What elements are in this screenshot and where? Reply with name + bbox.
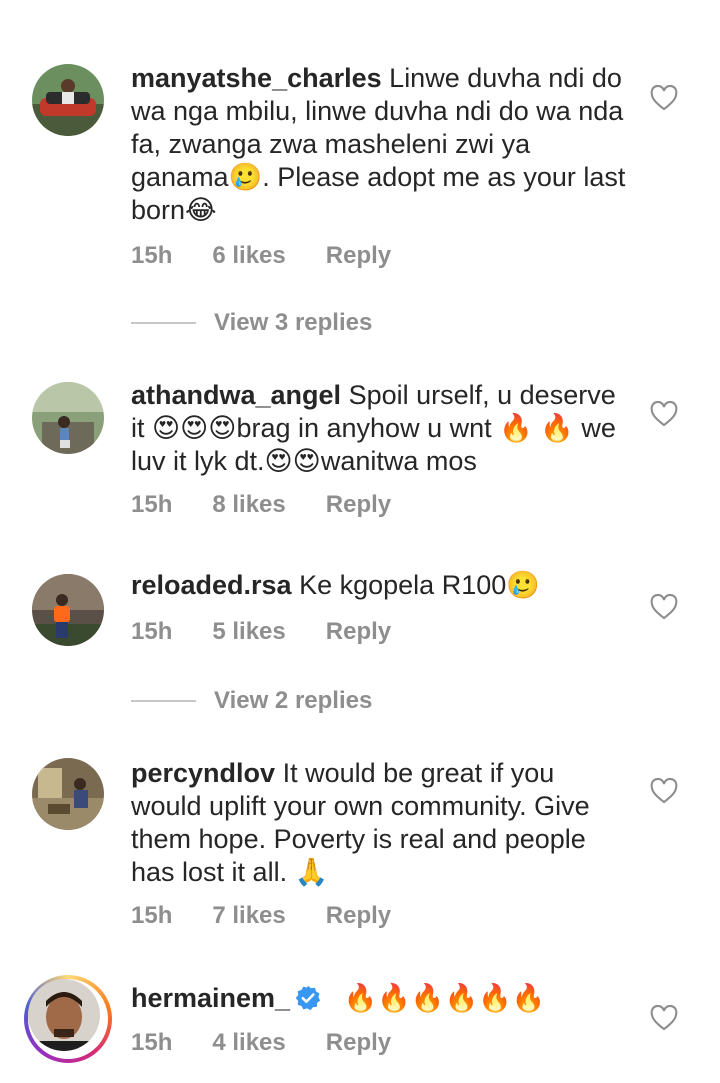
- comment-text: athandwa_angel Spoil urself, u deserve i…: [131, 379, 631, 478]
- comment-meta: 15h 8 likes Reply: [131, 491, 391, 519]
- comment-text: percyndlov It would be great if you woul…: [131, 757, 631, 889]
- story-ring[interactable]: [24, 975, 112, 1063]
- comment-meta: 15h 6 likes Reply: [131, 242, 391, 270]
- avatar[interactable]: [28, 979, 100, 1051]
- comment-time: 15h: [131, 618, 173, 645]
- comment-text: hermainem_ 🔥🔥🔥🔥🔥🔥: [131, 982, 631, 1015]
- comment-username[interactable]: athandwa_angel: [131, 380, 341, 410]
- avatar[interactable]: [32, 382, 104, 454]
- avatar[interactable]: [32, 574, 104, 646]
- comment-likes[interactable]: 6 likes: [212, 242, 285, 270]
- heart-outline-icon[interactable]: [650, 778, 678, 804]
- replies-divider-line: [131, 700, 196, 702]
- avatar[interactable]: [32, 758, 104, 830]
- comment-likes[interactable]: 8 likes: [212, 491, 285, 519]
- comment-username[interactable]: percyndlov: [131, 758, 275, 788]
- comment-time: 15h: [131, 1029, 173, 1056]
- view-replies-label[interactable]: View 3 replies: [214, 309, 372, 337]
- heart-outline-icon[interactable]: [650, 85, 678, 111]
- view-replies-label[interactable]: View 2 replies: [214, 687, 372, 715]
- comment-body: 🔥🔥🔥🔥🔥🔥: [343, 983, 546, 1013]
- comment-meta: 15h 7 likes Reply: [131, 902, 391, 930]
- heart-outline-icon[interactable]: [650, 594, 678, 620]
- comment-username[interactable]: hermainem_: [131, 983, 290, 1013]
- reply-button[interactable]: Reply: [326, 1029, 391, 1057]
- heart-outline-icon[interactable]: [650, 1005, 678, 1031]
- view-replies-button[interactable]: View 2 replies: [131, 687, 372, 715]
- replies-divider-line: [131, 322, 196, 324]
- comment-likes[interactable]: 4 likes: [212, 1029, 285, 1057]
- comment-username[interactable]: manyatshe_charles: [131, 63, 382, 93]
- comment-time: 15h: [131, 902, 173, 929]
- verified-badge-icon: [295, 985, 321, 1011]
- comment-meta: 15h 5 likes Reply: [131, 618, 391, 646]
- reply-button[interactable]: Reply: [326, 242, 391, 270]
- reply-button[interactable]: Reply: [326, 902, 391, 930]
- comment-text: reloaded.rsa Ke kgopela R100🥲: [131, 569, 631, 602]
- comment-meta: 15h 4 likes Reply: [131, 1029, 391, 1057]
- comment-username[interactable]: reloaded.rsa: [131, 570, 292, 600]
- reply-button[interactable]: Reply: [326, 491, 391, 519]
- comment-body: Ke kgopela R100🥲: [299, 570, 540, 600]
- comment-likes[interactable]: 5 likes: [212, 618, 285, 646]
- comment-time: 15h: [131, 491, 173, 518]
- view-replies-button[interactable]: View 3 replies: [131, 309, 372, 337]
- reply-button[interactable]: Reply: [326, 618, 391, 646]
- comment-text: manyatshe_charles Linwe duvha ndi do wa …: [131, 62, 631, 227]
- comment-likes[interactable]: 7 likes: [212, 902, 285, 930]
- comment-time: 15h: [131, 242, 173, 269]
- heart-outline-icon[interactable]: [650, 401, 678, 427]
- avatar[interactable]: [32, 64, 104, 136]
